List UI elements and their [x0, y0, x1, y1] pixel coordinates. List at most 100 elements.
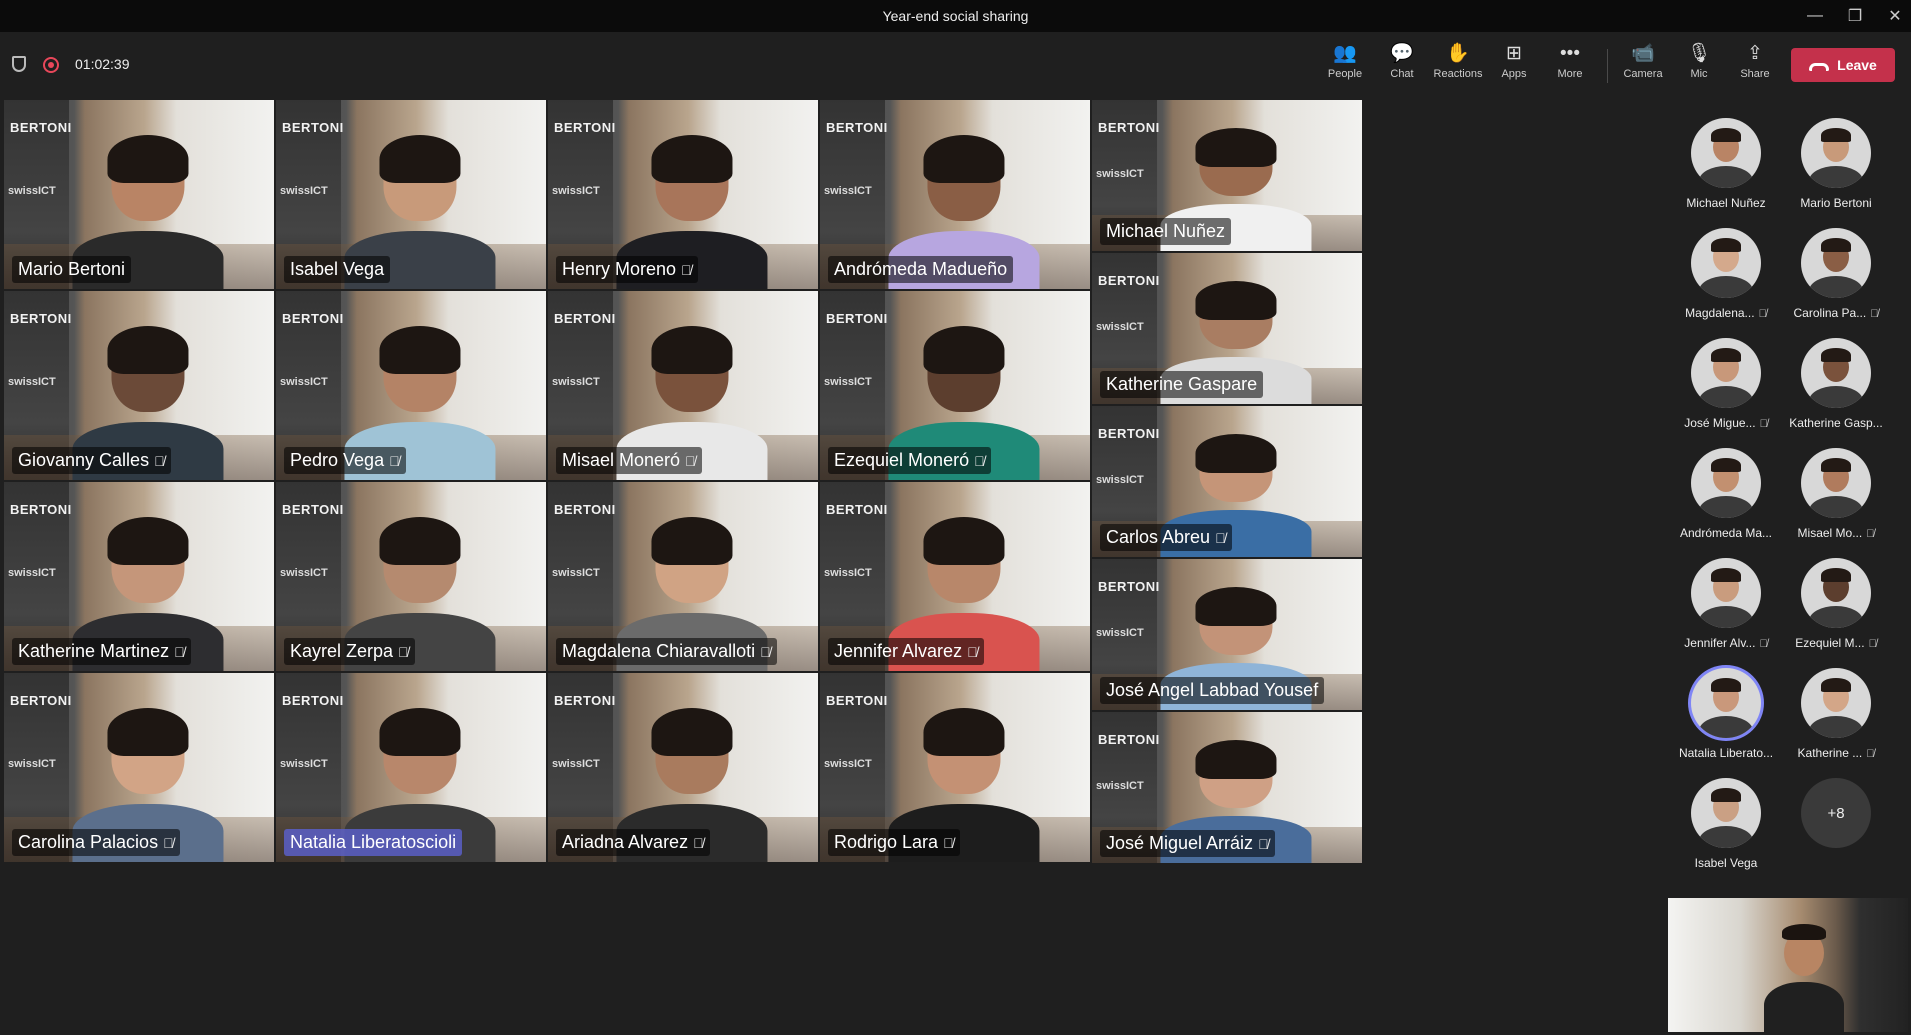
roster-name: Isabel Vega: [1671, 856, 1781, 870]
participant-tile[interactable]: BERTONI swissICT José Angel Labbad Yousef: [1092, 559, 1362, 710]
reactions-button[interactable]: ✋ Reactions: [1430, 42, 1486, 88]
roster-name: Magdalena... 🎙̸: [1671, 306, 1781, 320]
roster-name-text: Misael Mo...: [1797, 526, 1863, 540]
more-label: More: [1557, 68, 1583, 80]
minimize-icon[interactable]: —: [1800, 4, 1830, 28]
background-partner-logo: swissICT: [1096, 626, 1144, 639]
participant-name-label: Henry Moreno 🎙̸: [556, 256, 698, 283]
participant-name-label: José Angel Labbad Yousef: [1100, 677, 1325, 704]
background-partner-logo: swissICT: [824, 185, 872, 198]
camera-button[interactable]: 📹 Camera: [1615, 42, 1671, 88]
roster-name-text: Mario Bertoni: [1800, 196, 1872, 210]
roster-name: Michael Nuñez: [1671, 196, 1781, 210]
roster-name: Natalia Liberato...: [1671, 746, 1781, 760]
participant-tile[interactable]: BERTONI swissICT Katherine Martinez 🎙̸: [4, 482, 274, 671]
mic-off-icon: 🎙̸: [685, 453, 696, 469]
participant-tile[interactable]: BERTONI swissICT Mario Bertoni: [4, 100, 274, 289]
participant-name-text: Andrómeda Madueño: [834, 259, 1008, 279]
chat-button[interactable]: 💬 Chat: [1374, 42, 1430, 88]
participant-tile[interactable]: BERTONI swissICT Pedro Vega 🎙̸: [276, 291, 546, 480]
roster-participant[interactable]: Ezequiel M... 🎙̸: [1781, 540, 1891, 650]
participant-name-label: Katherine Martinez 🎙̸: [12, 638, 191, 665]
roster-participant[interactable]: Mario Bertoni: [1781, 100, 1891, 210]
background-brand-logo: BERTONI: [826, 693, 888, 708]
meeting-title: Year-end social sharing: [882, 8, 1029, 24]
roster-participant[interactable]: Katherine Gasp...: [1781, 320, 1891, 430]
title-bar: Year-end social sharing — ❐ ✕: [0, 0, 1911, 32]
roster-participant[interactable]: Michael Nuñez: [1671, 100, 1781, 210]
participant-tile[interactable]: BERTONI swissICT Natalia Liberatoscioli: [276, 673, 546, 862]
mic-off-icon: 🎙̸: [174, 644, 185, 660]
avatar: [1801, 448, 1871, 518]
participant-tile[interactable]: BERTONI swissICT Jennifer Alvarez 🎙̸: [820, 482, 1090, 671]
background-partner-logo: swissICT: [1096, 167, 1144, 180]
mic-button[interactable]: 🎙 Mic: [1671, 42, 1727, 88]
participant-tile[interactable]: BERTONI swissICT Misael Moneró 🎙̸: [548, 291, 818, 480]
participant-tile[interactable]: BERTONI swissICT Isabel Vega: [276, 100, 546, 289]
participant-tile[interactable]: BERTONI swissICT Michael Nuñez: [1092, 100, 1362, 251]
more-button[interactable]: ••• More: [1542, 42, 1598, 88]
participant-name-text: Isabel Vega: [290, 259, 385, 279]
background-brand-logo: BERTONI: [554, 502, 616, 517]
roster-name: Mario Bertoni: [1781, 196, 1891, 210]
background-partner-logo: swissICT: [280, 567, 328, 580]
participant-tile[interactable]: BERTONI swissICT José Miguel Arráiz 🎙̸: [1092, 712, 1362, 863]
self-person-figure: [1764, 920, 1844, 1032]
background-partner-logo: swissICT: [8, 567, 56, 580]
roster-participant[interactable]: Magdalena... 🎙̸: [1671, 210, 1781, 320]
background-partner-logo: swissICT: [552, 376, 600, 389]
mic-off-icon: 🎙̸: [974, 453, 985, 469]
roster-participant[interactable]: Andrómeda Ma...: [1671, 430, 1781, 540]
avatar: [1801, 668, 1871, 738]
participant-tile[interactable]: BERTONI swissICT Carolina Palacios 🎙̸: [4, 673, 274, 862]
roster-name: Katherine Gasp...: [1781, 416, 1891, 430]
reactions-label: Reactions: [1433, 68, 1483, 80]
roster-participant[interactable]: Carolina Pa... 🎙̸: [1781, 210, 1891, 320]
people-button[interactable]: 👥 People: [1317, 42, 1373, 88]
participant-tile[interactable]: BERTONI swissICT Katherine Gaspare: [1092, 253, 1362, 404]
participant-tile[interactable]: BERTONI swissICT Andrómeda Madueño: [820, 100, 1090, 289]
participant-name-text: Kayrel Zerpa: [290, 641, 394, 661]
participant-tile[interactable]: BERTONI swissICT Kayrel Zerpa 🎙̸: [276, 482, 546, 671]
roster-name: Jennifer Alv... 🎙̸: [1671, 636, 1781, 650]
participant-name-label: Magdalena Chiaravalloti 🎙̸: [556, 638, 777, 665]
background-brand-logo: BERTONI: [282, 120, 344, 135]
roster-name: Andrómeda Ma...: [1671, 526, 1781, 540]
participant-tile[interactable]: BERTONI swissICT Giovanny Calles 🎙̸: [4, 291, 274, 480]
background-brand-logo: BERTONI: [826, 311, 888, 326]
participant-name-text: Carlos Abreu: [1106, 527, 1211, 547]
background-brand-logo: BERTONI: [282, 502, 344, 517]
participant-tile[interactable]: BERTONI swissICT Rodrigo Lara 🎙̸: [820, 673, 1090, 862]
roster-participant[interactable]: Natalia Liberato...: [1671, 650, 1781, 760]
meeting-toolbar: 01:02:39 👥 People 💬 Chat ✋ Reactions ⊞ A…: [0, 32, 1911, 96]
more-participants-badge[interactable]: +8: [1801, 778, 1871, 848]
roster-name-text: Michael Nuñez: [1686, 196, 1766, 210]
roster-participant[interactable]: Isabel Vega: [1671, 760, 1781, 870]
leave-button[interactable]: Leave: [1791, 48, 1895, 82]
background-partner-logo: swissICT: [824, 758, 872, 771]
restore-icon[interactable]: ❐: [1840, 4, 1870, 28]
roster-participant[interactable]: Jennifer Alv... 🎙̸: [1671, 540, 1781, 650]
apps-button[interactable]: ⊞ Apps: [1486, 42, 1542, 88]
roster-participant[interactable]: José Migue... 🎙̸: [1671, 320, 1781, 430]
roster-participant[interactable]: Katherine ... 🎙̸: [1781, 650, 1891, 760]
self-view-video[interactable]: [1668, 898, 1908, 1032]
background-partner-logo: swissICT: [552, 185, 600, 198]
participant-tile[interactable]: BERTONI swissICT Henry Moreno 🎙̸: [548, 100, 818, 289]
participant-tile[interactable]: BERTONI swissICT Magdalena Chiaravalloti 🎙̸: [548, 482, 818, 671]
participant-tile[interactable]: BERTONI swissICT Ezequiel Moneró 🎙̸: [820, 291, 1090, 480]
roster-overflow[interactable]: +8: [1781, 760, 1891, 860]
participant-name-text: Mario Bertoni: [18, 259, 126, 279]
avatar: [1691, 338, 1761, 408]
share-button[interactable]: ⇪ Share: [1727, 42, 1783, 88]
roster-name-text: Natalia Liberato...: [1678, 746, 1774, 760]
background-partner-logo: swissICT: [8, 758, 56, 771]
participant-name-text: José Miguel Arráiz: [1106, 833, 1254, 853]
mic-label: Mic: [1690, 68, 1708, 80]
close-icon[interactable]: ✕: [1880, 4, 1910, 28]
roster-name-text: Katherine ...: [1797, 746, 1863, 760]
roster-participant[interactable]: Misael Mo... 🎙̸: [1781, 430, 1891, 540]
roster-name: José Migue... 🎙̸: [1671, 416, 1781, 430]
participant-tile[interactable]: BERTONI swissICT Ariadna Alvarez 🎙̸: [548, 673, 818, 862]
participant-tile[interactable]: BERTONI swissICT Carlos Abreu 🎙̸: [1092, 406, 1362, 557]
